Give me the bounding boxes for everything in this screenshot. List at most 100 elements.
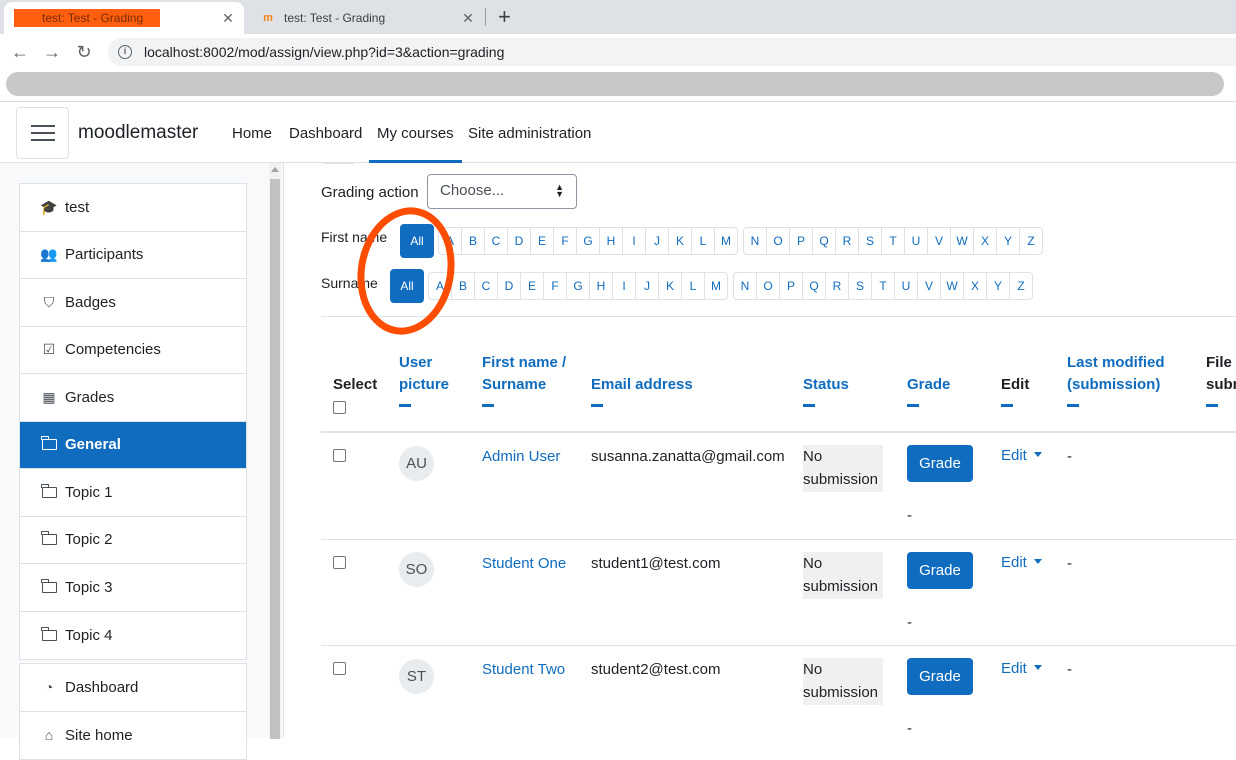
first-name-letter-x[interactable]: X [973,227,997,255]
tab-close-icon[interactable]: ✕ [220,10,236,27]
surname-letter-l[interactable]: L [681,272,705,300]
first-name-letter-l[interactable]: L [691,227,715,255]
first-name-letter-t[interactable]: T [881,227,905,255]
surname-letter-j[interactable]: J [635,272,659,300]
collapse-column-icon[interactable] [482,404,494,407]
nav-dashboard[interactable]: Dashboard [289,125,362,142]
user-name-link[interactable]: Student One [482,552,566,575]
first-name-letter-s[interactable]: S [858,227,882,255]
first-name-letter-u[interactable]: U [904,227,928,255]
forward-arrow-icon[interactable]: → [40,40,64,64]
user-name-link[interactable]: Student Two [482,658,565,681]
first-name-letter-g[interactable]: G [576,227,600,255]
first-name-letter-i[interactable]: I [622,227,646,255]
sidebar-item-badges[interactable]: ⛉ Badges [20,279,246,327]
grade-button[interactable]: Grade [907,445,973,482]
browser-tab[interactable]: m test: Test - Grading ✕ [248,2,484,34]
column-header-email[interactable]: Email address [591,374,693,407]
surname-letter-e[interactable]: E [520,272,544,300]
column-header-user-picture[interactable]: User picture [399,352,469,407]
row-select-checkbox[interactable] [333,556,346,569]
tab-close-icon[interactable]: ✕ [460,10,476,27]
avatar[interactable]: AU [399,446,434,481]
collapse-column-icon[interactable] [907,404,919,407]
first-name-letter-v[interactable]: V [927,227,951,255]
nav-my-courses[interactable]: My courses [369,125,462,163]
surname-letter-y[interactable]: Y [986,272,1010,300]
first-name-letter-o[interactable]: O [766,227,790,255]
first-name-letter-n[interactable]: N [743,227,767,255]
reload-icon[interactable]: ↻ [72,40,96,64]
sidebar-item-dashboard[interactable]: ◔ Dashboard [20,664,246,712]
surname-letter-s[interactable]: S [848,272,872,300]
sidebar-item-participants[interactable]: 👥 Participants [20,232,246,279]
surname-letter-i[interactable]: I [612,272,636,300]
column-header-grade[interactable]: Grade [907,374,950,407]
first-name-letter-e[interactable]: E [530,227,554,255]
surname-letter-o[interactable]: O [756,272,780,300]
edit-dropdown[interactable]: Edit [1001,660,1042,677]
row-select-checkbox[interactable] [333,662,346,675]
surname-letter-c[interactable]: C [474,272,498,300]
sidebar-item-test[interactable]: 🎓 test [20,184,246,232]
site-brand[interactable]: moodlemaster [78,122,198,144]
first-name-letter-k[interactable]: K [668,227,692,255]
collapse-column-icon[interactable] [803,404,815,407]
surname-letter-u[interactable]: U [894,272,918,300]
avatar[interactable]: SO [399,552,434,587]
sidebar-item-competencies[interactable]: ☑ Competencies [20,327,246,374]
surname-letter-q[interactable]: Q [802,272,826,300]
first-name-letter-b[interactable]: B [461,227,485,255]
scroll-up-arrow-icon[interactable] [271,167,279,172]
first-name-letter-a[interactable]: A [438,227,462,255]
back-arrow-icon[interactable]: ← [8,40,32,64]
browser-tab-active[interactable]: m test: Test - Grading ✕ [4,2,244,34]
surname-letter-b[interactable]: B [451,272,475,300]
grade-button[interactable]: Grade [907,552,973,589]
avatar[interactable]: ST [399,659,434,694]
surname-letter-w[interactable]: W [940,272,964,300]
surname-letter-t[interactable]: T [871,272,895,300]
collapse-column-icon[interactable] [1001,404,1013,407]
first-name-letter-z[interactable]: Z [1019,227,1043,255]
url-field[interactable]: i localhost:8002/mod/assign/view.php?id=… [108,38,1236,66]
sidebar-item-grades[interactable]: ▦ Grades [20,374,246,422]
grading-action-select[interactable]: Choose... ▲ ▼ [427,174,577,209]
first-name-letter-p[interactable]: P [789,227,813,255]
surname-letter-r[interactable]: R [825,272,849,300]
select-all-checkbox[interactable] [333,401,346,414]
collapse-column-icon[interactable] [591,404,603,407]
surname-letter-f[interactable]: F [543,272,567,300]
collapse-column-icon[interactable] [1067,404,1079,407]
surname-letter-z[interactable]: Z [1009,272,1033,300]
surname-letter-x[interactable]: X [963,272,987,300]
surname-all-button[interactable]: All [390,269,424,303]
sidebar-item-topic-3[interactable]: Topic 3 [20,564,246,612]
surname-letter-p[interactable]: P [779,272,803,300]
first-name-letter-r[interactable]: R [835,227,859,255]
nav-site-administration[interactable]: Site administration [468,125,591,142]
sidebar-item-general[interactable]: General [20,421,246,469]
first-name-letter-w[interactable]: W [950,227,974,255]
edit-dropdown[interactable]: Edit [1001,554,1042,571]
surname-letter-g[interactable]: G [566,272,590,300]
first-name-letter-y[interactable]: Y [996,227,1020,255]
edit-dropdown[interactable]: Edit [1001,447,1042,464]
sidebar-item-topic-1[interactable]: Topic 1 [20,469,246,517]
column-header-status[interactable]: Status [803,374,849,407]
surname-letter-a[interactable]: A [428,272,452,300]
menu-toggle-button[interactable] [16,107,69,159]
column-header-name[interactable]: First name / Surname [482,352,582,407]
grade-button[interactable]: Grade [907,658,973,695]
collapse-column-icon[interactable] [399,404,411,407]
first-name-letter-j[interactable]: J [645,227,669,255]
first-name-letter-c[interactable]: C [484,227,508,255]
new-tab-button[interactable]: + [498,4,511,30]
scrollbar-thumb[interactable] [270,179,280,739]
row-select-checkbox[interactable] [333,449,346,462]
sidebar-item-site-home[interactable]: ⌂ Site home [20,712,246,760]
first-name-letter-q[interactable]: Q [812,227,836,255]
nav-home[interactable]: Home [232,125,272,142]
first-name-letter-f[interactable]: F [553,227,577,255]
surname-letter-m[interactable]: M [704,272,728,300]
